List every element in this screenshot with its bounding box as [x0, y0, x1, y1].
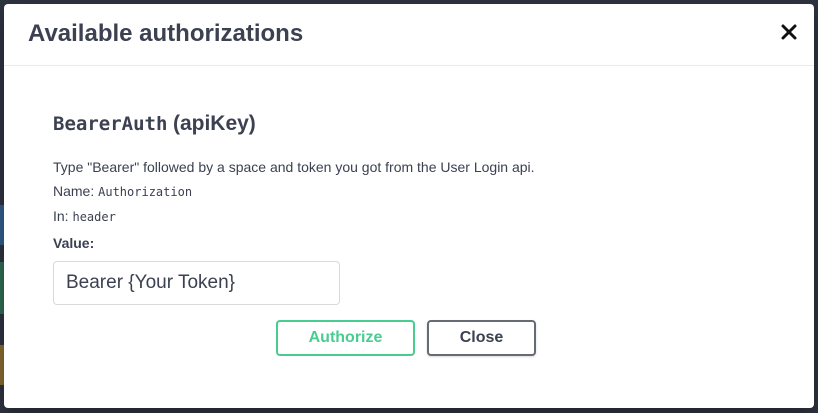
scheme-title: BearerAuth (apiKey) — [53, 112, 773, 136]
scheme-name: BearerAuth — [53, 113, 168, 135]
auth-scheme-section: BearerAuth (apiKey) Type "Bearer" follow… — [53, 112, 773, 305]
in-value: header — [72, 210, 116, 224]
close-icon — [781, 24, 797, 40]
scheme-description: Type "Bearer" followed by a space and to… — [53, 159, 535, 175]
authorize-button[interactable]: Authorize — [276, 320, 415, 356]
scheme-type: (apiKey) — [172, 112, 256, 135]
value-label: Value: — [53, 235, 95, 251]
authorizations-modal: Available authorizations BearerAuth (api… — [4, 4, 814, 408]
in-label: In: — [53, 208, 69, 224]
close-modal-button[interactable] — [778, 20, 800, 44]
modal-header: Available authorizations — [4, 4, 814, 66]
in-row: In: header — [53, 208, 116, 224]
close-button[interactable]: Close — [427, 320, 536, 356]
modal-title: Available authorizations — [28, 20, 304, 47]
name-label: Name: — [53, 183, 95, 199]
token-input[interactable] — [53, 261, 340, 305]
name-row: Name: Authorization — [53, 183, 192, 199]
name-value: Authorization — [98, 185, 193, 199]
